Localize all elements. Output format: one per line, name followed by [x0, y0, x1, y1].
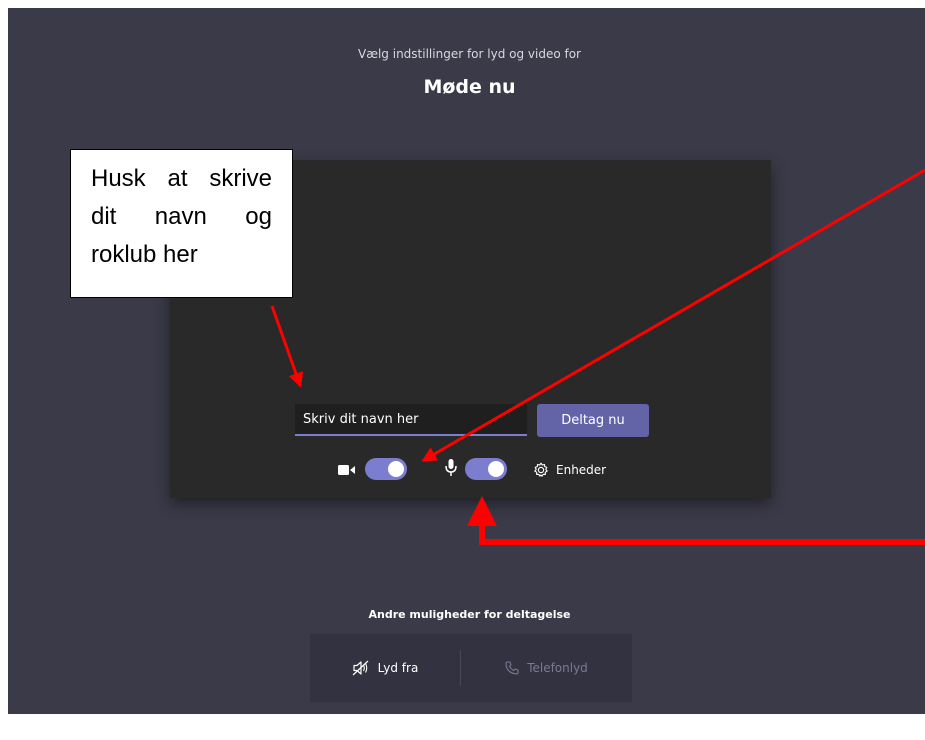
prejoin-subtitle: Vælg indstillinger for lyd og video for: [357, 47, 581, 61]
toggle-knob: [388, 461, 404, 477]
camera-toggle[interactable]: [365, 458, 407, 480]
microphone-icon: [445, 459, 457, 482]
join-now-button[interactable]: Deltag nu: [537, 404, 649, 437]
devices-label: Enheder: [556, 463, 607, 477]
instruction-callout: Husk at skrive dit navn og roklub her: [70, 149, 293, 298]
audio-off-option[interactable]: Lyd fra: [310, 634, 460, 702]
other-options-title: Andre muligheder for deltagelse: [368, 608, 571, 621]
meeting-title: Møde nu: [423, 76, 516, 98]
speaker-off-icon: [352, 660, 369, 676]
camera-icon: [338, 463, 356, 481]
microphone-toggle[interactable]: [465, 458, 507, 480]
name-input[interactable]: [295, 404, 527, 436]
phone-audio-label: Telefonlyd: [527, 661, 588, 675]
gear-icon: [534, 462, 548, 477]
phone-icon: [505, 661, 519, 675]
teams-prejoin-screen: Vælg indstillinger for lyd og video for …: [8, 8, 925, 714]
toggle-knob: [488, 461, 504, 477]
audio-off-label: Lyd fra: [377, 661, 419, 675]
other-options-panel: Lyd fra Telefonlyd: [310, 634, 632, 702]
phone-audio-option[interactable]: Telefonlyd: [461, 634, 632, 702]
devices-button[interactable]: Enheder: [533, 460, 606, 480]
